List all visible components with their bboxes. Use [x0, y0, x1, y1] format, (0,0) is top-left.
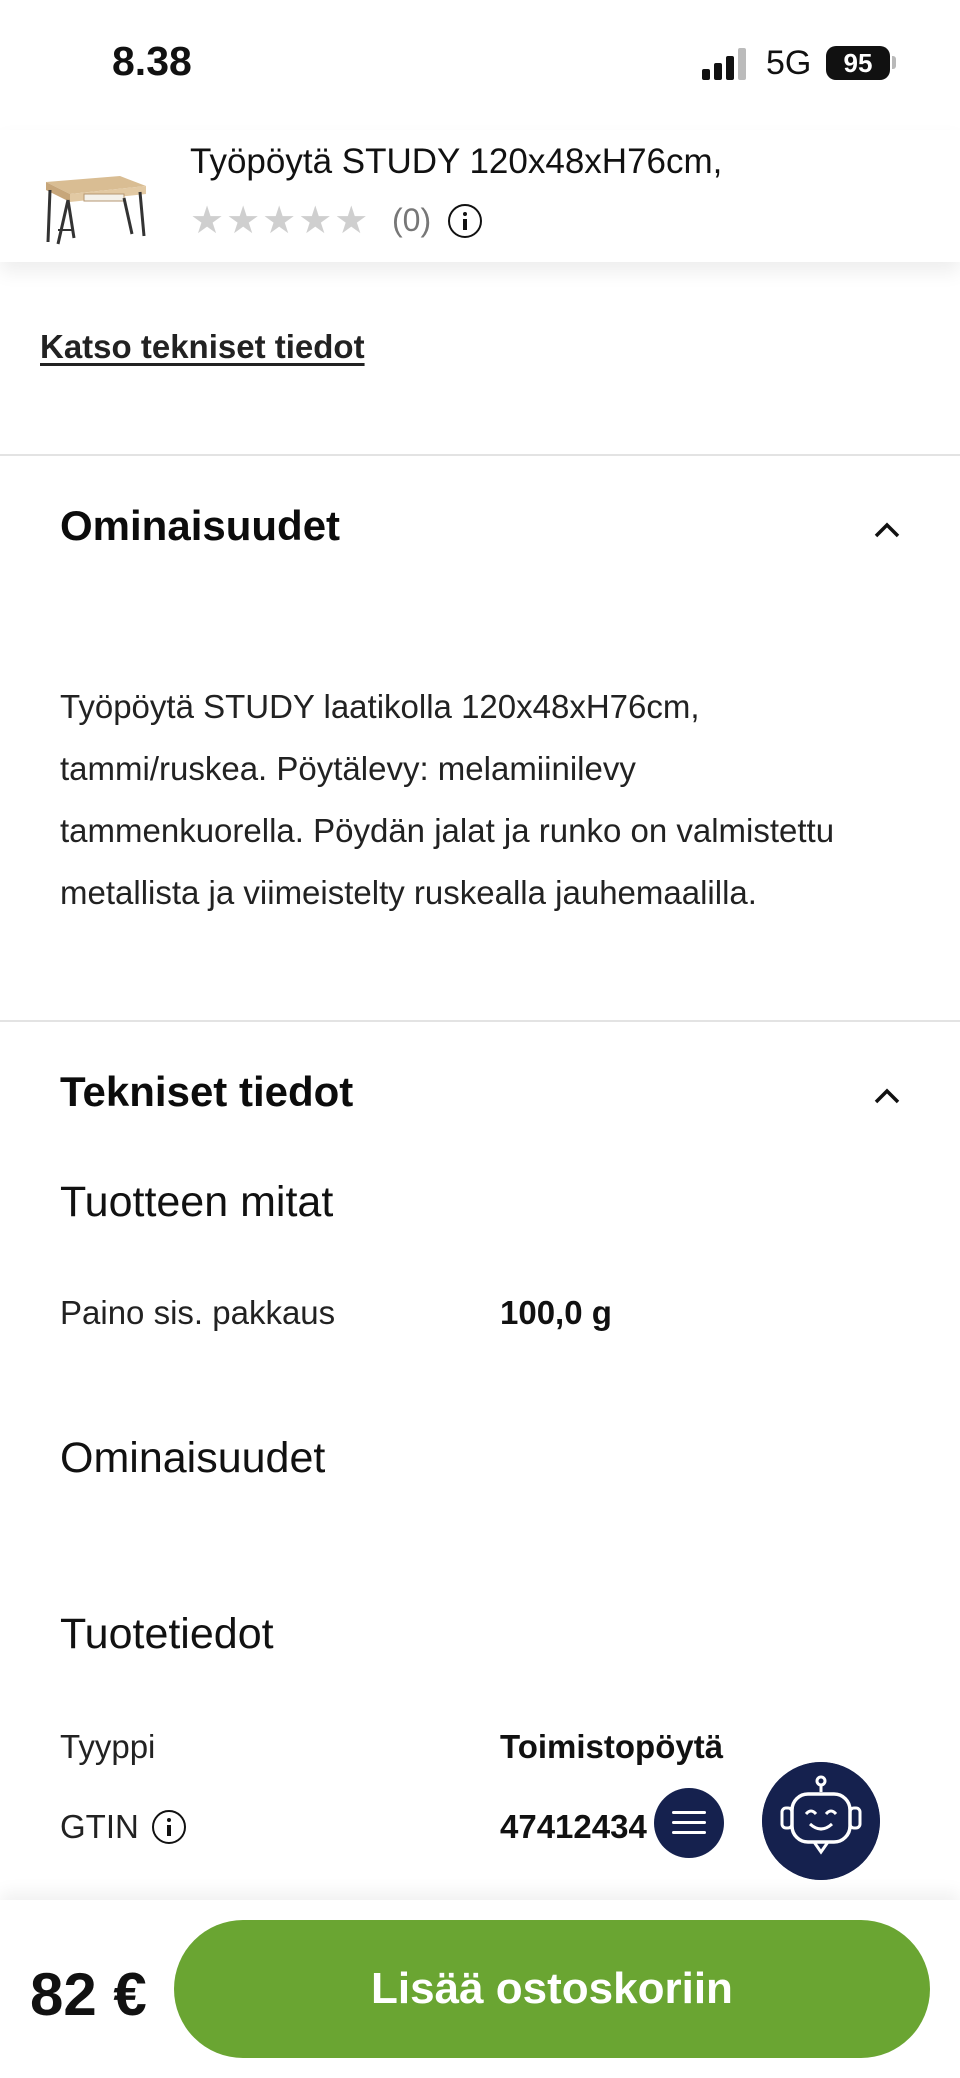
chevron-up-icon[interactable]	[872, 1082, 902, 1112]
battery-icon: 95	[826, 46, 890, 80]
technical-details-link[interactable]: Katso tekniset tiedot	[40, 328, 365, 366]
signal-icon	[702, 48, 750, 80]
product-header: Työpöytä STUDY 120x48xH76cm, ★★★★★ (0)	[0, 130, 960, 262]
weight-value: 100,0 g	[500, 1294, 612, 1331]
weight-label: Paino sis. pakkaus	[60, 1294, 336, 1331]
type-label: Tyyppi	[60, 1728, 156, 1765]
technical-section-title[interactable]: Tekniset tiedot	[60, 1068, 353, 1116]
dimensions-title: Tuotteen mitat	[60, 1178, 334, 1226]
status-time: 8.38	[112, 38, 192, 84]
battery-tip	[892, 56, 896, 69]
properties-title: Ominaisuudet	[60, 1434, 326, 1482]
rating-count: (0)	[392, 202, 432, 238]
features-section-title[interactable]: Ominaisuudet	[60, 502, 340, 550]
divider	[0, 454, 960, 456]
add-to-cart-button[interactable]: Lisää ostoskoriin	[174, 1920, 930, 2058]
product-info-title: Tuotetiedot	[60, 1610, 274, 1658]
type-value: Toimistopöytä	[500, 1728, 724, 1765]
product-thumbnail[interactable]	[40, 150, 152, 250]
features-description: Työpöytä STUDY laatikolla 120x48xH76cm, …	[60, 688, 835, 911]
rating-stars-icon[interactable]: ★★★★★	[190, 198, 370, 242]
gtin-label: GTIN	[60, 1808, 139, 1845]
price: 82 €	[30, 1961, 147, 2028]
chatbot-icon[interactable]	[762, 1762, 880, 1880]
menu-button[interactable]	[654, 1788, 724, 1858]
divider	[0, 1020, 960, 1022]
bottom-bar: 82 € Lisää ostoskoriin	[0, 1900, 960, 2078]
info-icon[interactable]	[448, 204, 482, 238]
status-bar: 8.38 5G 95	[0, 0, 960, 130]
chevron-up-icon[interactable]	[872, 516, 902, 546]
product-title: Työpöytä STUDY 120x48xH76cm,	[190, 142, 723, 181]
gtin-info-icon[interactable]	[152, 1810, 186, 1844]
network-label: 5G	[766, 44, 812, 82]
